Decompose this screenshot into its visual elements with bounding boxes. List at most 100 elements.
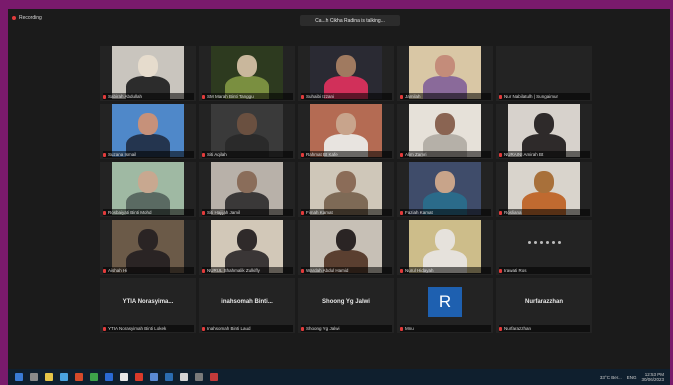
windows-taskbar: 33°C Ber... ENG 12:53 PM 30/06/2023 bbox=[8, 369, 670, 385]
recording-label: Recording bbox=[19, 15, 42, 21]
participant-tile[interactable]: Aishah Hi bbox=[100, 220, 196, 275]
person-head bbox=[435, 171, 455, 193]
zoom-window: Recording Ca...h Cikha Radina is talking… bbox=[8, 9, 670, 385]
dot bbox=[539, 241, 543, 244]
participant-video bbox=[310, 104, 382, 157]
recording-indicator[interactable]: Recording bbox=[12, 15, 42, 21]
language-indicator[interactable]: ENG bbox=[627, 375, 637, 380]
participant-video bbox=[409, 46, 481, 99]
participant-tile[interactable]: Rahmat Bt Kafe bbox=[298, 104, 394, 159]
participant-name-bar: Suhaibi Izzani bbox=[301, 93, 392, 100]
participant-name: Wardah Abdul Hamid bbox=[306, 268, 349, 273]
participant-tile[interactable]: Fimah Kamat bbox=[298, 162, 394, 217]
participant-video bbox=[409, 220, 481, 273]
participant-name: Alim Zamri bbox=[405, 152, 427, 157]
taskbar-app-icon[interactable] bbox=[45, 373, 53, 381]
mic-muted-icon bbox=[202, 152, 205, 157]
participant-name: Rosbaiyati Binti Mohd bbox=[108, 210, 152, 215]
participant-tile[interactable]: Rosbaiyati Binti Mohd bbox=[100, 162, 196, 217]
mic-muted-icon bbox=[103, 326, 106, 331]
participant-display-name: YTIA Norasyima... bbox=[122, 299, 174, 305]
taskbar-app-icon[interactable] bbox=[150, 373, 158, 381]
mic-muted-icon bbox=[499, 268, 502, 273]
mic-muted-icon bbox=[202, 326, 205, 331]
participant-name-bar: Rosbaiyati Binti Mohd bbox=[103, 209, 194, 216]
participant-name: Irawati Ros bbox=[504, 268, 527, 273]
participant-video bbox=[508, 162, 580, 215]
participant-tile[interactable]: Irawati Ros bbox=[496, 220, 592, 275]
taskbar-app-icon[interactable] bbox=[15, 373, 23, 381]
participant-tile[interactable]: Shoong Yg Jalwi Shoong Yg Jalwi bbox=[298, 278, 394, 333]
mic-muted-icon bbox=[499, 94, 502, 99]
participant-display-name: inahsomah Binti... bbox=[221, 299, 273, 305]
participant-tile[interactable]: Suzana Ismail bbox=[100, 104, 196, 159]
system-tray[interactable]: 33°C Ber... ENG 12:53 PM 30/06/2023 bbox=[600, 372, 664, 382]
mic-muted-icon bbox=[301, 210, 304, 215]
mic-muted-icon bbox=[103, 268, 106, 273]
person-head bbox=[138, 229, 158, 251]
participant-video bbox=[211, 162, 283, 215]
participant-tile[interactable]: NURAINI Amirah Bt bbox=[496, 104, 592, 159]
participant-tile[interactable]: Alim Zamri bbox=[397, 104, 493, 159]
participant-display-name: Nurfarazzhan bbox=[524, 299, 563, 305]
person-head bbox=[534, 113, 554, 135]
participant-video bbox=[409, 104, 481, 157]
mic-muted-icon bbox=[202, 268, 205, 273]
participant-tile[interactable]: Siti Hajijah Jamil bbox=[199, 162, 295, 217]
taskbar-app-icon[interactable] bbox=[30, 373, 38, 381]
participant-name-bar: SM Marah Binti Tanggu bbox=[202, 93, 293, 100]
participant-video bbox=[211, 46, 283, 99]
participant-tile[interactable]: Siti Aqilah bbox=[199, 104, 295, 159]
taskbar-app-icon[interactable] bbox=[90, 373, 98, 381]
participant-display-name: Shoong Yg Jalwi bbox=[322, 299, 370, 305]
participant-video bbox=[112, 162, 184, 215]
participant-tile[interactable]: Suhaibi Izzani bbox=[298, 46, 394, 101]
participant-tile[interactable]: Nur Nabilatulh | Sungaimur bbox=[496, 46, 592, 101]
person-head bbox=[435, 55, 455, 77]
participant-tile[interactable]: Jamilah bbox=[397, 46, 493, 101]
participant-tile[interactable]: NURUL Shahmalik Zulkifly bbox=[199, 220, 295, 275]
talking-indicator: Ca...h Cikha Radina is talking... bbox=[300, 15, 400, 26]
participant-tile[interactable]: YTIA Norasyima... YTIA Norasyimah Binti L… bbox=[100, 278, 196, 333]
participant-tile[interactable]: R Mnu bbox=[397, 278, 493, 333]
participant-tile[interactable]: Nurfarazzhan Nurfarazzhan bbox=[496, 278, 592, 333]
participant-video bbox=[310, 220, 382, 273]
weather-text[interactable]: 33°C Ber... bbox=[600, 375, 622, 380]
person-head bbox=[237, 55, 257, 77]
participant-name-bar: Siti Aqilah bbox=[202, 151, 293, 158]
participant-name-bar: NURUL Shahmalik Zulkifly bbox=[202, 267, 293, 274]
clock[interactable]: 12:53 PM 30/06/2023 bbox=[641, 372, 664, 382]
person-head bbox=[336, 113, 356, 135]
taskbar-icons bbox=[8, 373, 218, 381]
participant-name-bar: Rahmat Bt Kafe bbox=[301, 151, 392, 158]
participant-name: Nur Nabilatulh | Sungaimur bbox=[504, 94, 558, 99]
participant-name: NURUL Shahmalik Zulkifly bbox=[207, 268, 260, 273]
taskbar-app-icon[interactable] bbox=[195, 373, 203, 381]
mic-muted-icon bbox=[202, 94, 205, 99]
taskbar-app-icon[interactable] bbox=[120, 373, 128, 381]
taskbar-app-icon[interactable] bbox=[180, 373, 188, 381]
avatar: R bbox=[428, 287, 462, 317]
taskbar-app-icon[interactable] bbox=[105, 373, 113, 381]
taskbar-app-icon[interactable] bbox=[75, 373, 83, 381]
mic-muted-icon bbox=[301, 152, 304, 157]
participant-name-bar: Irawati Ros bbox=[499, 267, 590, 274]
taskbar-app-icon[interactable] bbox=[210, 373, 218, 381]
participant-name-bar: Nurfarazzhan bbox=[499, 325, 590, 332]
taskbar-app-icon[interactable] bbox=[60, 373, 68, 381]
taskbar-app-icon[interactable] bbox=[165, 373, 173, 381]
participant-tile[interactable]: Rosliana bbox=[496, 162, 592, 217]
participant-tile[interactable]: SM Marah Binti Tanggu bbox=[199, 46, 295, 101]
taskbar-app-icon[interactable] bbox=[135, 373, 143, 381]
participant-name: Jamilah bbox=[405, 94, 421, 99]
person-head bbox=[435, 113, 455, 135]
participant-name: Rahmat Bt Kafe bbox=[306, 152, 338, 157]
participant-tile[interactable]: Nurul Hidayah bbox=[397, 220, 493, 275]
participant-tile[interactable]: Wardah Abdul Hamid bbox=[298, 220, 394, 275]
participant-name: Fimah Kamat bbox=[306, 210, 333, 215]
dot bbox=[557, 241, 561, 244]
participant-tile[interactable]: Sabirah Abdullah bbox=[100, 46, 196, 101]
participant-tile[interactable]: inahsomah Binti... Inahsomah Binti Laud bbox=[199, 278, 295, 333]
person-head bbox=[138, 171, 158, 193]
participant-tile[interactable]: Faziah Kamat bbox=[397, 162, 493, 217]
